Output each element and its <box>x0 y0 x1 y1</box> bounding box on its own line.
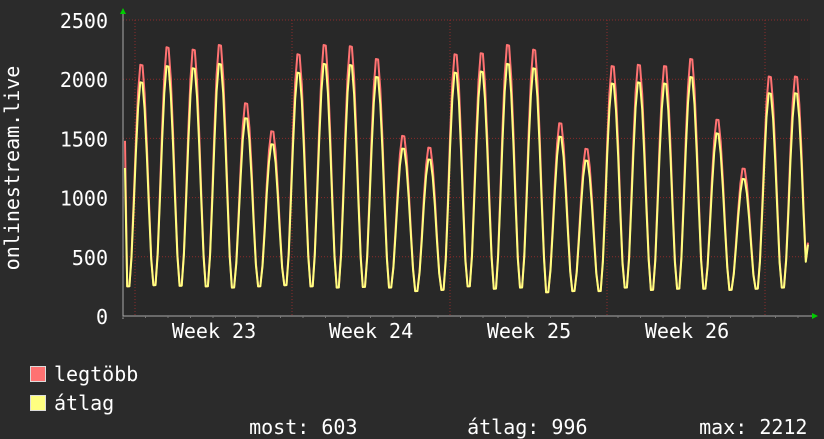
y-tick-label: 0 <box>96 305 108 329</box>
stat-average: átlag: 996 <box>443 391 588 439</box>
stat-max-value: 2212 <box>759 415 808 439</box>
x-tick-label: Week 25 <box>487 319 571 343</box>
stat-current-label: most: <box>249 415 310 439</box>
y-tick-label: 2500 <box>60 9 108 33</box>
y-axis-label: onlinestream.live <box>0 66 24 271</box>
y-axis-arrow-icon <box>120 8 126 14</box>
legend-item-max: legtöbb <box>30 362 138 386</box>
y-tick-label: 500 <box>72 246 108 270</box>
x-tick-label: Week 26 <box>645 319 729 343</box>
stat-current-value: 603 <box>321 415 358 439</box>
legend-item-avg: átlag <box>30 391 114 415</box>
stat-max-label: max: <box>699 415 748 439</box>
legend-swatch-avg <box>30 395 46 411</box>
x-tick-label: Week 24 <box>329 319 413 343</box>
stat-max: max: 2212 <box>675 391 807 439</box>
stat-average-label: átlag: <box>467 415 540 439</box>
legend-label-max: legtöbb <box>54 362 139 386</box>
x-axis-arrow-icon <box>812 313 818 319</box>
y-tick-label: 1000 <box>60 187 108 211</box>
x-tick-label: Week 23 <box>172 319 256 343</box>
legend-swatch-max <box>30 366 46 382</box>
stat-current: most: 603 <box>225 391 357 439</box>
legend-label-avg: átlag <box>54 391 115 415</box>
y-tick-label: 1500 <box>60 127 108 151</box>
y-tick-label: 2000 <box>60 68 108 92</box>
stat-average-value: 996 <box>551 415 588 439</box>
